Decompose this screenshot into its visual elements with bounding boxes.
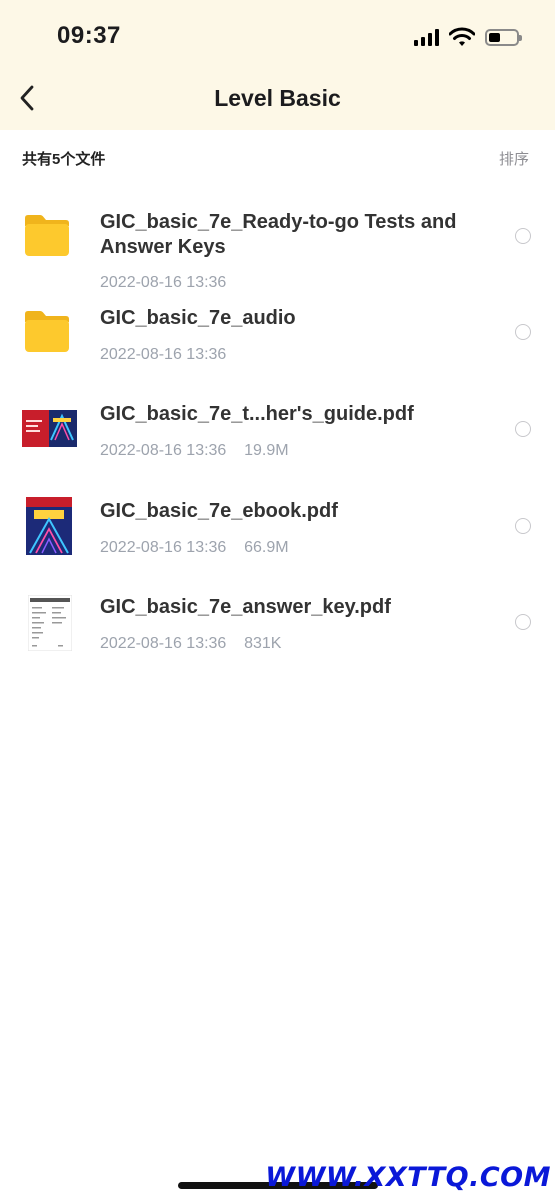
file-count-label: 共有5个文件: [22, 151, 106, 168]
file-name: GIC_basic_7e_t...her's_guide.pdf: [100, 403, 414, 425]
file-meta: 2022-08-16 13:36 66.9M: [100, 539, 289, 556]
status-icons: [414, 24, 522, 50]
list-item[interactable]: GIC_basic_7e_answer_key.pdf 2022-08-16 1…: [0, 585, 555, 681]
status-time: 09:37: [57, 22, 121, 49]
select-radio[interactable]: [515, 614, 531, 630]
file-name: GIC_basic_7e_ebook.pdf: [100, 500, 338, 522]
file-name: GIC_basic_7e_Ready-to-go Tests and Answe…: [100, 211, 457, 258]
file-meta: 2022-08-16 13:36: [100, 274, 227, 291]
folder-icon: [25, 215, 69, 256]
file-meta: 2022-08-16 13:36 19.9M: [100, 442, 289, 459]
page-title: Level Basic: [214, 85, 341, 111]
wifi-icon: [449, 27, 475, 46]
folder-icon: [25, 311, 69, 352]
sort-button[interactable]: 排序: [499, 148, 529, 169]
top-bar: 09:37 Level Basic: [0, 0, 555, 130]
watermark-text: WWW.XXTTQ.COM: [265, 1162, 551, 1193]
list-item[interactable]: GIC_basic_7e_t...her's_guide.pdf 2022-08…: [0, 392, 555, 489]
file-meta: 2022-08-16 13:36: [100, 346, 227, 363]
list-item[interactable]: GIC_basic_7e_audio 2022-08-16 13:36: [0, 296, 555, 392]
file-meta: 2022-08-16 13:36 831K: [100, 635, 282, 652]
list-item[interactable]: GIC_basic_7e_Ready-to-go Tests and Answe…: [0, 200, 555, 296]
pdf-thumbnail-icon: [26, 497, 72, 555]
select-radio[interactable]: [515, 518, 531, 534]
select-radio[interactable]: [515, 228, 531, 244]
pdf-thumbnail-icon: [28, 595, 72, 651]
cellular-signal-icon: [414, 28, 439, 46]
list-item[interactable]: GIC_basic_7e_ebook.pdf 2022-08-16 13:36 …: [0, 489, 555, 585]
file-name: GIC_basic_7e_audio: [100, 307, 296, 329]
battery-icon: [485, 28, 522, 46]
select-radio[interactable]: [515, 324, 531, 340]
list-header: 共有5个文件 排序: [22, 148, 529, 170]
select-radio[interactable]: [515, 421, 531, 437]
pdf-thumbnail-icon: [22, 410, 77, 447]
file-name: GIC_basic_7e_answer_key.pdf: [100, 596, 391, 618]
